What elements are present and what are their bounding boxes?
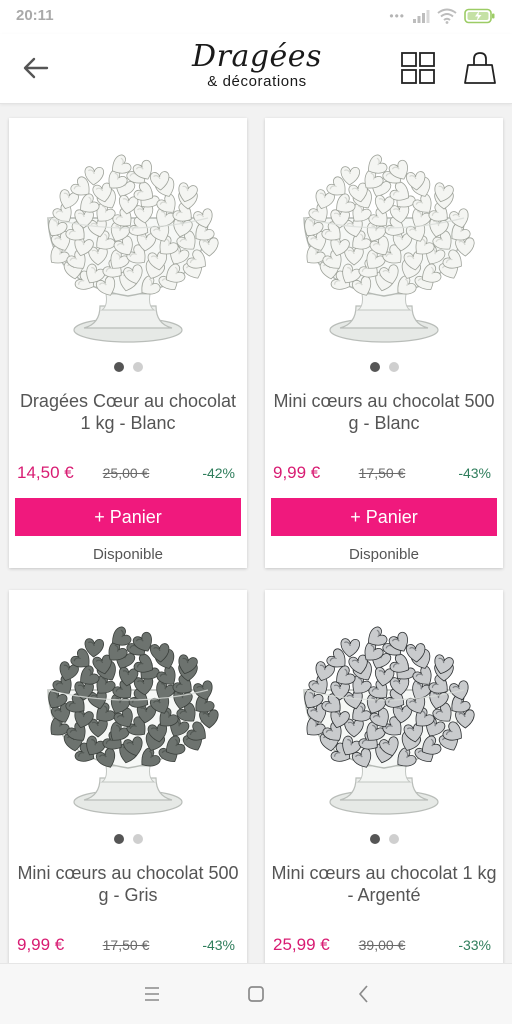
cart-button[interactable] [462, 50, 498, 86]
price-row: 9,99 €17,50 € -43% [17, 935, 235, 957]
product-image-wrapper[interactable] [284, 134, 484, 352]
home-square-icon [248, 986, 264, 1002]
carousel-dot[interactable] [113, 362, 124, 372]
discount-badge: -43% [458, 465, 491, 481]
wifi-icon [437, 8, 457, 24]
grid-view-icon [401, 52, 435, 84]
carousel-dot[interactable] [388, 362, 399, 372]
product-card[interactable]: Mini cœurs au chocolat 500 g - Gris 9,99 … [9, 590, 247, 963]
logo-main-text: Dragées [192, 39, 322, 74]
product-image-wrapper[interactable] [28, 606, 228, 824]
shopping-bag-icon [464, 52, 496, 84]
chevron-left-icon [359, 985, 368, 1003]
product-title[interactable]: Mini cœurs au chocolat 1 kg - Argenté [269, 862, 499, 906]
logo-sub-text: & décorations [207, 73, 307, 90]
product-card[interactable]: Mini cœurs au chocolat 500 g - Blanc 9,99… [265, 118, 503, 568]
status-bar: 20:11 ••• [0, 0, 512, 34]
app-header: Dragées & décorations [0, 34, 512, 104]
product-card[interactable]: Mini cœurs au chocolat 1 kg - Argenté 25,… [265, 590, 503, 963]
carousel-dot[interactable] [132, 362, 143, 372]
status-time: 20:11 [16, 7, 54, 24]
brand-logo[interactable]: Dragées & décorations [190, 39, 324, 99]
image-carousel-dots [265, 362, 503, 372]
availability-status: Disponible [348, 546, 420, 563]
image-carousel-dots [9, 362, 247, 372]
image-carousel-dots [265, 834, 503, 844]
nav-back-button[interactable] [352, 982, 376, 1006]
status-icons: ••• [389, 8, 496, 24]
carousel-dot[interactable] [369, 834, 380, 844]
system-nav-bar [0, 963, 512, 1024]
menu-icon [145, 987, 159, 1001]
product-grid[interactable]: Dragées Cœur au chocolat 1 kg - Blanc 14,… [0, 105, 512, 963]
product-title[interactable]: Mini cœurs au chocolat 500 g - Gris [13, 862, 243, 906]
carousel-dot[interactable] [132, 834, 143, 844]
discount-badge: -42% [202, 465, 235, 481]
arrow-left-icon [23, 57, 49, 79]
product-image-wrapper[interactable] [284, 606, 484, 824]
signal-icon [413, 10, 430, 23]
add-to-cart-button[interactable]: + Panier [15, 498, 241, 536]
discount-badge: -43% [202, 937, 235, 953]
nav-menu-button[interactable] [140, 982, 164, 1006]
back-button[interactable] [18, 52, 54, 84]
battery-charging-icon [464, 8, 495, 24]
product-title[interactable]: Dragées Cœur au chocolat 1 kg - Blanc [13, 390, 243, 434]
carousel-dot[interactable] [388, 834, 399, 844]
carousel-dot[interactable] [113, 834, 124, 844]
availability-status: Disponible [92, 546, 164, 563]
discount-badge: -33% [458, 937, 491, 953]
image-carousel-dots [9, 834, 247, 844]
grid-view-button[interactable] [400, 52, 436, 84]
product-image [303, 626, 475, 815]
product-image [47, 154, 219, 343]
price-row: 25,99 €39,00 € -33% [273, 935, 491, 957]
product-image [47, 626, 219, 815]
price-row: 9,99 €17,50 € -43% [273, 463, 491, 485]
nav-home-button[interactable] [244, 982, 268, 1006]
product-image [303, 154, 475, 343]
price-row: 14,50 €25,00 € -42% [17, 463, 235, 485]
product-title[interactable]: Mini cœurs au chocolat 500 g - Blanc [269, 390, 499, 434]
product-card[interactable]: Dragées Cœur au chocolat 1 kg - Blanc 14,… [9, 118, 247, 568]
carousel-dot[interactable] [369, 362, 380, 372]
notification-dots: ••• [389, 9, 405, 23]
add-to-cart-button[interactable]: + Panier [271, 498, 497, 536]
product-image-wrapper[interactable] [28, 134, 228, 352]
